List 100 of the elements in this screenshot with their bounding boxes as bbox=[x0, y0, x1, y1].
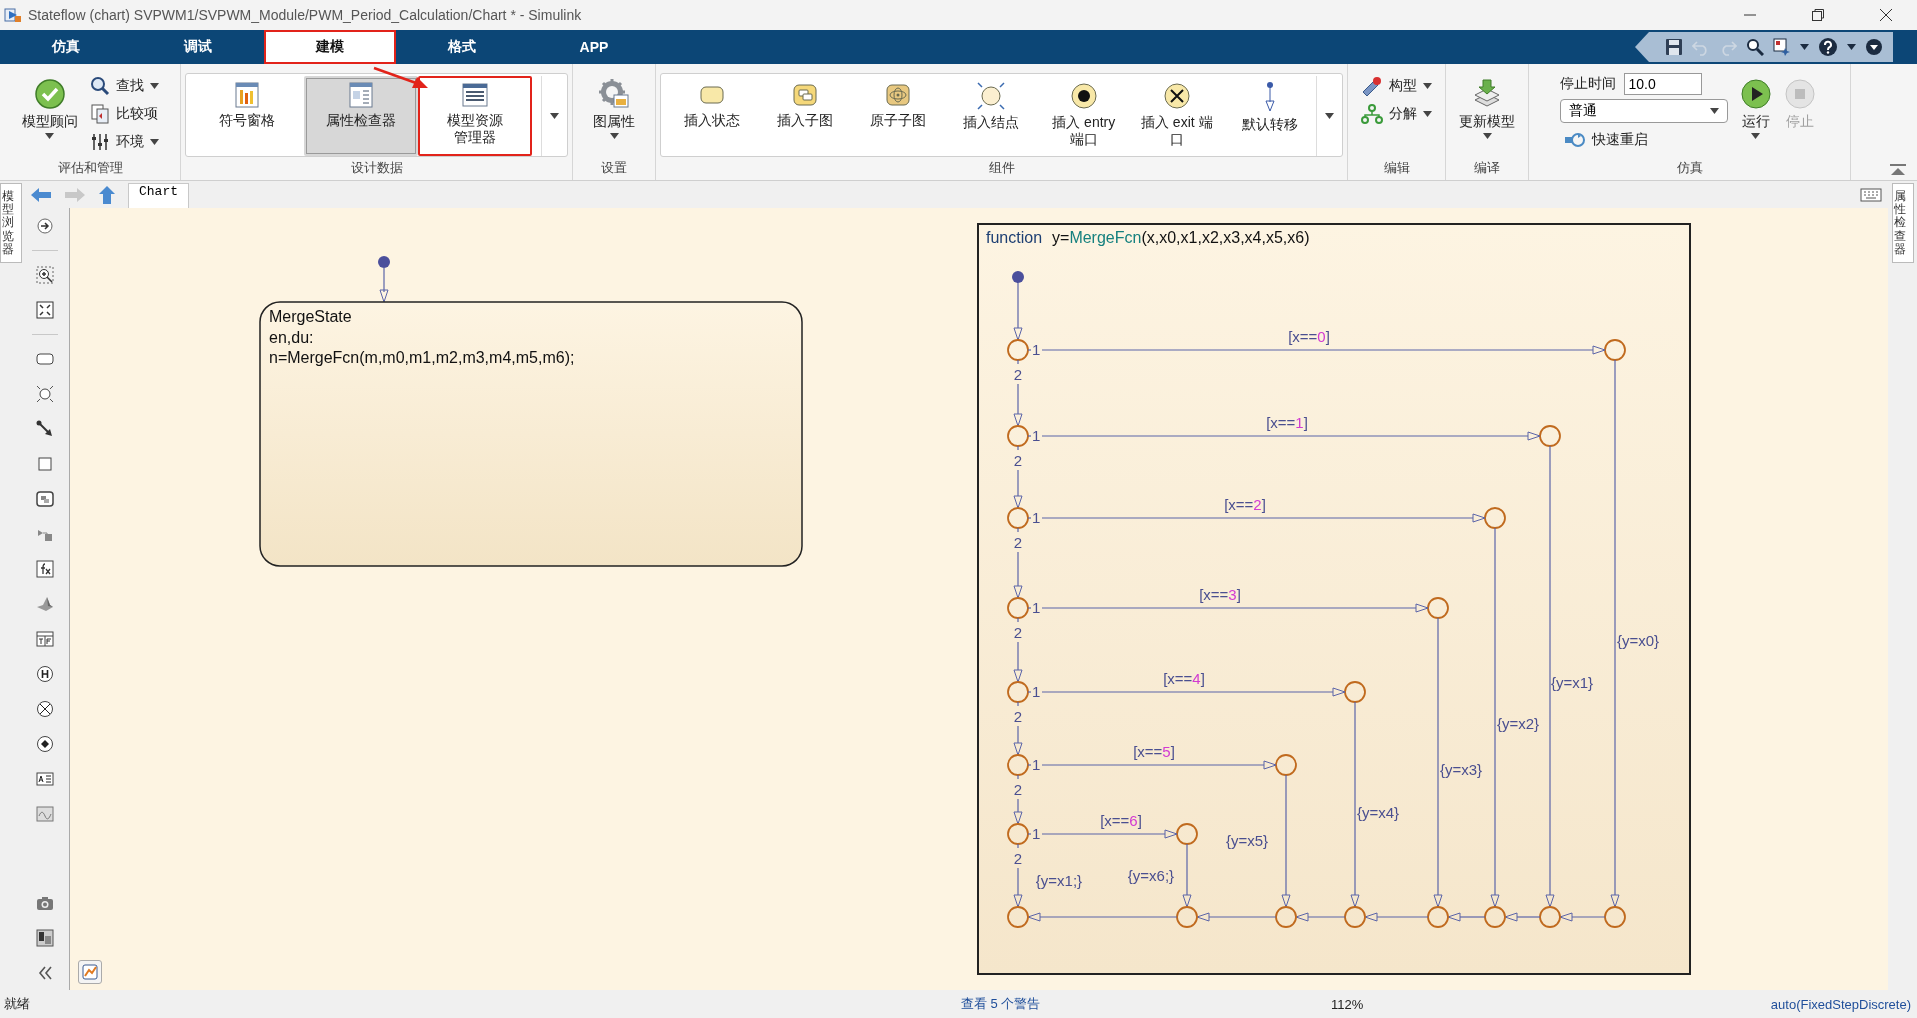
back-icon[interactable] bbox=[30, 186, 52, 203]
ribbon-button[interactable]: 分解 bbox=[1357, 101, 1436, 126]
ribbon-button[interactable]: 图属性 bbox=[589, 73, 639, 153]
priority-label: 2 bbox=[1013, 534, 1023, 551]
collapse-ribbon-icon[interactable] bbox=[1889, 164, 1907, 176]
ribbon-button[interactable]: 插入 exit 端 口 bbox=[1130, 76, 1224, 156]
junction bbox=[1484, 507, 1506, 529]
transition-arrow bbox=[1295, 912, 1346, 922]
graphical-function-icon[interactable] bbox=[35, 559, 54, 578]
layout-icon[interactable] bbox=[1773, 38, 1791, 56]
group-title: 评估和管理 bbox=[57, 159, 123, 177]
priority-label: 1 bbox=[1032, 341, 1041, 358]
ribbon-button[interactable]: 属性检查器 bbox=[304, 76, 418, 156]
ribbon-button[interactable]: 模型资源 管理器 bbox=[418, 76, 532, 156]
run-icon bbox=[1739, 78, 1772, 110]
warnings-link[interactable]: 查看 5 个警告 bbox=[961, 995, 1331, 1013]
ribbon-button[interactable]: 插入结点 bbox=[944, 76, 1038, 156]
arrow-circle-icon[interactable] bbox=[35, 216, 54, 235]
guard-label: [x==0] bbox=[1288, 328, 1330, 345]
junction bbox=[1275, 754, 1297, 776]
app-icon bbox=[4, 6, 22, 24]
annotation-icon[interactable] bbox=[35, 769, 54, 788]
subchart-icon[interactable] bbox=[35, 489, 54, 508]
ribbon-button[interactable]: 运行 bbox=[1735, 73, 1776, 153]
save-icon[interactable] bbox=[1665, 38, 1683, 56]
transition-arrow bbox=[1013, 701, 1023, 756]
history-junction-icon[interactable] bbox=[35, 664, 54, 683]
ribbon-button[interactable]: 查找 bbox=[85, 73, 163, 98]
box-icon[interactable] bbox=[35, 454, 54, 473]
chart-icon bbox=[82, 964, 98, 980]
zoom-in-icon[interactable] bbox=[35, 265, 54, 284]
priority-label: 1 bbox=[1032, 599, 1041, 616]
junction bbox=[1344, 906, 1366, 928]
keyboard-icon[interactable] bbox=[1860, 187, 1882, 202]
ribbon-button[interactable]: 插入 entry 端口 bbox=[1037, 76, 1131, 156]
ribbon-tab[interactable]: 建模 bbox=[264, 30, 396, 64]
transition-arrow bbox=[1364, 912, 1429, 922]
restore-icon[interactable] bbox=[1811, 8, 1825, 22]
ribbon-tab[interactable]: 调试 bbox=[132, 30, 264, 64]
up-icon[interactable] bbox=[98, 184, 116, 205]
ribbon-button[interactable]: 快速重启 bbox=[1559, 127, 1732, 152]
ribbon-button[interactable]: 默认转移 bbox=[1223, 76, 1317, 156]
caret-icon bbox=[1800, 44, 1809, 50]
group-title: 组件 bbox=[988, 159, 1015, 177]
action-label: {y=x3} bbox=[1439, 761, 1483, 778]
transition-arrow bbox=[1504, 912, 1541, 922]
breadcrumb-tab[interactable]: Chart bbox=[128, 183, 189, 208]
chart-button[interactable] bbox=[78, 960, 102, 984]
dropdown-icon[interactable] bbox=[1865, 38, 1883, 56]
junction bbox=[1427, 597, 1449, 619]
priority-label: 2 bbox=[1013, 708, 1023, 725]
entry-junction-icon[interactable] bbox=[35, 734, 54, 753]
solver-label[interactable]: auto(FixedStepDiscrete) bbox=[1770, 996, 1911, 1012]
truth-table-icon[interactable] bbox=[35, 629, 54, 648]
fit-view-icon[interactable] bbox=[35, 300, 54, 319]
junction bbox=[1604, 906, 1626, 928]
action-label: {y=x1;} bbox=[1035, 872, 1083, 889]
mode-dropdown[interactable]: 普通 bbox=[1559, 99, 1728, 123]
close-icon[interactable] bbox=[1879, 8, 1893, 22]
transition-icon[interactable] bbox=[35, 419, 54, 438]
group-title: 设计数据 bbox=[350, 159, 403, 177]
side-tab[interactable]: 模型浏览器 bbox=[0, 183, 22, 263]
ribbon-button[interactable]: 插入状态 bbox=[665, 76, 759, 156]
help-icon[interactable] bbox=[1818, 37, 1838, 57]
junction bbox=[1427, 906, 1449, 928]
caret-icon bbox=[1709, 108, 1719, 114]
ribbon-tab[interactable]: 格式 bbox=[396, 30, 528, 64]
transition-arrow bbox=[1013, 617, 1023, 683]
explorer-icon bbox=[461, 81, 489, 109]
ribbon-tab[interactable]: APP bbox=[528, 30, 660, 64]
ribbon-button[interactable]: 插入子图 bbox=[758, 76, 852, 156]
layers-icon[interactable] bbox=[35, 928, 54, 947]
sliders-icon bbox=[89, 131, 110, 152]
image-icon[interactable] bbox=[35, 804, 54, 823]
ribbon-button[interactable]: 模型顾问 bbox=[17, 73, 82, 153]
ribbon-button[interactable]: 构型 bbox=[1357, 73, 1436, 98]
guard-label: [x==3] bbox=[1199, 586, 1241, 603]
search-icon[interactable] bbox=[1746, 38, 1764, 56]
action-label: {y=x0} bbox=[1616, 632, 1660, 649]
ribbon-button[interactable]: 符号窗格 bbox=[190, 76, 304, 156]
ribbon-button[interactable]: 比较项 bbox=[85, 101, 163, 126]
transition-arrow bbox=[1013, 843, 1023, 908]
transition-arrow bbox=[1182, 843, 1192, 908]
priority-label: 2 bbox=[1013, 781, 1023, 798]
side-tab[interactable]: 属性检查器 bbox=[1891, 183, 1914, 263]
junction-icon[interactable] bbox=[35, 384, 54, 403]
priority-label: 2 bbox=[1013, 366, 1023, 383]
ribbon-tab[interactable]: 仿真 bbox=[0, 30, 132, 64]
group-title: 设置 bbox=[601, 159, 627, 177]
stop-icon bbox=[1783, 78, 1816, 110]
junction bbox=[1007, 906, 1029, 928]
ribbon-button[interactable]: 原子子图 bbox=[851, 76, 945, 156]
ribbon-button[interactable]: 环境 bbox=[85, 129, 163, 154]
fast-restart-icon bbox=[1563, 130, 1586, 149]
action-label: {y=x6;} bbox=[1127, 867, 1175, 884]
caret-icon bbox=[1325, 113, 1335, 119]
group-title: 编译 bbox=[1474, 159, 1500, 177]
exit-junction-icon[interactable] bbox=[35, 699, 54, 718]
ribbon-button[interactable]: 更新模型 bbox=[1455, 73, 1519, 153]
stop-time-field[interactable]: 10.0 bbox=[1623, 73, 1702, 95]
